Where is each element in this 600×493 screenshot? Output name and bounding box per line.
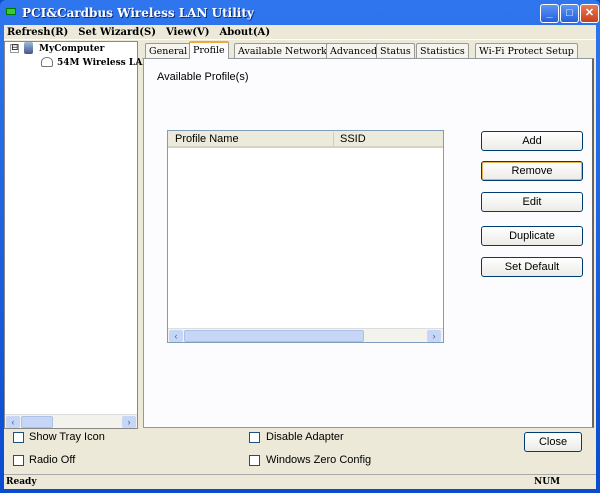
status-bar: Ready NUM — [4, 474, 596, 489]
profile-list[interactable]: Profile Name SSID ‹ › — [167, 130, 444, 343]
tree-item-adapter[interactable]: 54M Wireless LAN — [57, 58, 150, 68]
status-text: Ready — [6, 477, 37, 487]
num-lock-indicator: NUM — [534, 477, 561, 487]
list-horizontal-scrollbar[interactable]: ‹ › — [168, 328, 443, 342]
window-title: PCI&Cardbus Wireless LAN Utility — [22, 6, 254, 20]
close-window-button[interactable]: ✕ — [580, 4, 599, 23]
windows-zero-config-label: Windows Zero Config — [266, 454, 372, 466]
app-window: PCI&Cardbus Wireless LAN Utility _ □ ✕ R… — [0, 0, 600, 493]
tab-control: General Profile Available Network Advanc… — [143, 41, 596, 430]
scroll-thumb[interactable] — [21, 416, 53, 428]
available-profiles-label: Available Profile(s) — [157, 71, 249, 83]
menu-set-wizard[interactable]: Set Wizard(S) — [78, 27, 156, 39]
disable-adapter-label: Disable Adapter — [266, 431, 344, 443]
minimize-button[interactable]: _ — [540, 4, 559, 23]
edit-button[interactable]: Edit — [481, 192, 583, 212]
duplicate-button[interactable]: Duplicate — [481, 226, 583, 246]
scroll-right-icon[interactable]: › — [427, 330, 441, 342]
device-tree: ⊟ MyComputer 54M Wireless LAN ‹ › — [4, 41, 150, 429]
radio-off-label: Radio Off — [29, 454, 76, 466]
close-button[interactable]: Close — [524, 432, 582, 452]
list-header: Profile Name SSID — [168, 131, 443, 148]
menu-about[interactable]: About(A) — [220, 27, 271, 39]
scroll-left-icon[interactable]: ‹ — [6, 416, 20, 428]
maximize-button[interactable]: □ — [560, 4, 579, 23]
scroll-right-icon[interactable]: › — [122, 416, 136, 428]
client-area: Refresh(R) Set Wizard(S) View(V) About(A… — [4, 25, 596, 489]
tree-horizontal-scrollbar[interactable]: ‹ › — [5, 414, 137, 428]
tab-general[interactable]: General — [145, 43, 192, 59]
tree-expander[interactable]: ⊟ — [10, 44, 19, 53]
tab-available-network[interactable]: Available Network — [234, 43, 331, 59]
disable-adapter-checkbox[interactable] — [249, 432, 260, 443]
scroll-left-icon[interactable]: ‹ — [169, 330, 183, 342]
add-button[interactable]: Add — [481, 131, 583, 151]
tab-advanced[interactable]: Advanced — [326, 43, 382, 59]
column-profile-name[interactable]: Profile Name — [175, 133, 239, 145]
title-bar: PCI&Cardbus Wireless LAN Utility — [0, 0, 600, 25]
tab-wifi-protect-setup[interactable]: Wi-Fi Protect Setup — [475, 43, 578, 59]
profile-page: Available Profile(s) Profile Name SSID ‹… — [143, 58, 594, 428]
column-ssid[interactable]: SSID — [333, 132, 366, 146]
menu-refresh[interactable]: Refresh(R) — [7, 27, 68, 39]
tree-item-mycomputer[interactable]: MyComputer — [39, 44, 104, 54]
adapter-icon — [41, 57, 53, 67]
show-tray-icon-checkbox[interactable] — [13, 432, 24, 443]
scroll-thumb[interactable] — [184, 330, 364, 342]
remove-button[interactable]: Remove — [481, 161, 583, 181]
tab-status[interactable]: Status — [376, 43, 415, 59]
computer-icon — [24, 42, 33, 54]
menu-bar: Refresh(R) Set Wizard(S) View(V) About(A… — [4, 25, 596, 40]
show-tray-icon-label: Show Tray Icon — [29, 431, 105, 443]
radio-off-checkbox[interactable] — [13, 455, 24, 466]
app-icon — [6, 8, 16, 15]
windows-zero-config-checkbox[interactable] — [249, 455, 260, 466]
tab-statistics[interactable]: Statistics — [416, 43, 469, 59]
set-default-button[interactable]: Set Default — [481, 257, 583, 277]
tab-profile[interactable]: Profile — [189, 41, 229, 59]
menu-view[interactable]: View(V) — [166, 27, 210, 39]
